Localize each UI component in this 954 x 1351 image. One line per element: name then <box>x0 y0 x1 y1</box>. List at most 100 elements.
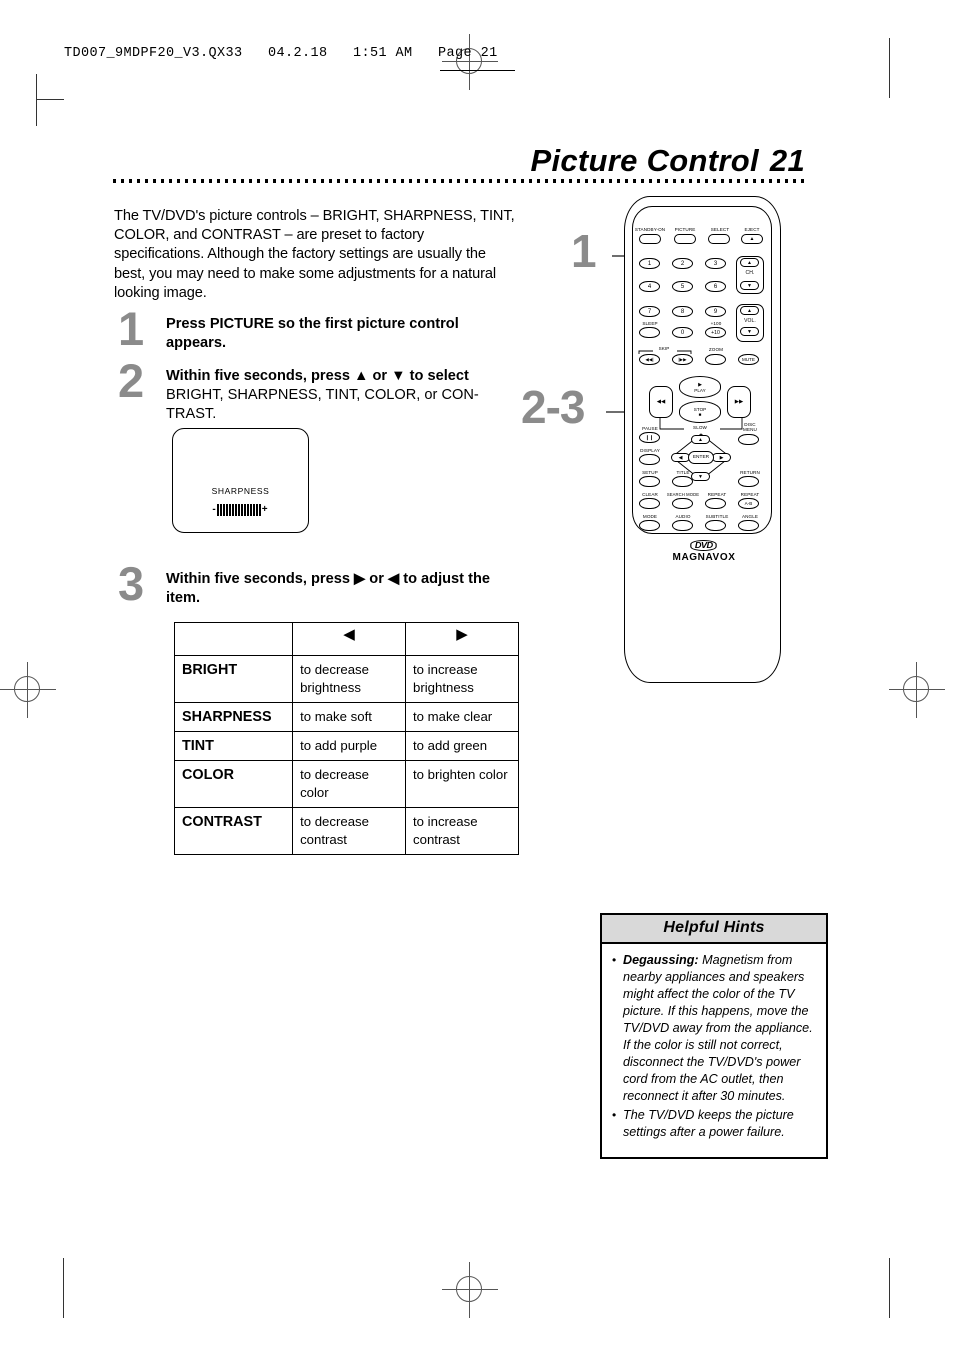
table-cell-right-action: to make clear <box>405 702 519 732</box>
button-channel-up[interactable]: ▲ <box>740 258 759 267</box>
osd-segment <box>258 503 261 516</box>
hint-item: • The TV/DVD keeps the picture settings a… <box>612 1107 816 1141</box>
registration-mark-left <box>0 662 56 718</box>
button-select[interactable] <box>708 234 730 244</box>
crop-mark-top-left <box>36 74 37 126</box>
button-skip-forward[interactable]: |▶▶ <box>672 354 693 365</box>
label-plus-100: +100 <box>710 321 722 326</box>
table-header-row: ◀ ▶ <box>173 622 519 656</box>
button-key-5[interactable]: 5 <box>672 281 693 292</box>
registration-mark-right <box>889 662 945 718</box>
button-key-1[interactable]: 1 <box>639 258 660 269</box>
label-ch: CH. <box>745 270 755 276</box>
table-cell-left-action: to decrease brightness <box>292 655 407 703</box>
button-return[interactable] <box>738 476 759 487</box>
button-zoom[interactable] <box>705 354 726 365</box>
slug-rule <box>440 70 515 71</box>
hint-text: The TV/DVD keeps the picture settings af… <box>623 1108 794 1139</box>
hint-bullet: • <box>612 953 617 967</box>
button-repeat-ab[interactable]: A-B <box>738 498 759 509</box>
button-plus-10[interactable]: +10 <box>705 327 726 338</box>
step-3-bold: Within five seconds, press ▶ or ◀ to adj… <box>166 571 490 606</box>
osd-segment <box>240 503 243 516</box>
crop-mark-bottom-left <box>63 1258 64 1318</box>
label-vol: VOL. <box>744 318 756 324</box>
step-3: 3 Within five seconds, press ▶ or ◀ to a… <box>118 560 518 608</box>
button-volume-down[interactable]: ▼ <box>740 327 759 336</box>
button-fast-forward[interactable]: ▶▶ <box>727 386 751 418</box>
table-cell-control-name: CONTRAST <box>173 807 294 855</box>
button-audio[interactable] <box>672 520 693 531</box>
table-cell-control-name: TINT <box>173 731 294 761</box>
button-mute[interactable]: MUTE <box>738 354 759 365</box>
button-key-4[interactable]: 4 <box>639 281 660 292</box>
table-row: TINT to add purple to add green <box>173 731 519 761</box>
button-dpad-up[interactable]: ▲ <box>691 435 710 444</box>
label-return: RETURN <box>740 470 760 475</box>
button-enter[interactable]: ENTER <box>688 451 714 464</box>
page-number: 21 <box>769 143 805 178</box>
button-setup[interactable] <box>639 476 660 487</box>
button-mode[interactable] <box>639 520 660 531</box>
button-search-mode[interactable] <box>672 498 693 509</box>
button-key-7[interactable]: 7 <box>639 306 660 317</box>
helpful-hints-box: Helpful Hints • Degaussing: Magnetism fro… <box>600 913 828 1159</box>
osd-plus-sign: + <box>261 504 268 515</box>
title-dotted-rule <box>113 179 805 183</box>
button-channel-down[interactable]: ▼ <box>740 281 759 290</box>
intro-paragraph: The TV/DVD's picture controls – BRIGHT, … <box>114 207 515 302</box>
button-key-2[interactable]: 2 <box>672 258 693 269</box>
table-cell-left-action: to decrease contrast <box>292 807 407 855</box>
button-clear[interactable] <box>639 498 660 509</box>
button-play[interactable]: ▶ PLAY <box>679 376 721 398</box>
button-subtitle[interactable] <box>705 520 726 531</box>
file-slug-text: TD007_9MDPF20_V3.QX33 04.2.18 1:51 AM Pa… <box>64 46 498 61</box>
helpful-hints-body: • Degaussing: Magnetism from nearby appli… <box>602 944 826 1157</box>
button-key-6[interactable]: 6 <box>705 281 726 292</box>
button-key-9[interactable]: 9 <box>705 306 726 317</box>
osd-segment <box>243 503 246 516</box>
label-subtitle: SUBTITLE <box>705 514 729 519</box>
button-key-3[interactable]: 3 <box>705 258 726 269</box>
dvd-logo: DVD <box>624 540 784 551</box>
button-sleep[interactable] <box>639 327 660 338</box>
button-title[interactable] <box>672 476 693 487</box>
table-header-blank <box>173 622 294 656</box>
dvd-logo-text: DVD <box>690 540 718 551</box>
osd-segment-group <box>216 503 262 516</box>
table-cell-left-action: to decrease color <box>292 760 407 808</box>
crop-mark-bottom-right <box>889 1258 890 1318</box>
button-angle[interactable] <box>738 520 759 531</box>
step-2-bold: Within five seconds, press ▲ or ▼ to sel… <box>166 368 469 384</box>
button-picture[interactable] <box>674 234 696 244</box>
step-1: 1 Press PICTURE so the first picture con… <box>118 305 518 353</box>
button-skip-back[interactable]: ◀◀| <box>639 354 660 365</box>
label-search-mode: SEARCH MODE <box>666 492 700 497</box>
page-title-text: Picture Control <box>530 143 759 178</box>
callout-step-1: 1 <box>571 225 597 277</box>
button-dpad-right[interactable]: ▶ <box>712 453 731 462</box>
button-key-0[interactable]: 0 <box>672 327 693 338</box>
button-eject[interactable]: ▲ <box>741 234 763 244</box>
button-display[interactable] <box>639 454 660 465</box>
step-1-bold: Press PICTURE so the first picture contr… <box>166 316 459 351</box>
button-rewind[interactable]: ◀◀ <box>649 386 673 418</box>
button-disc-menu[interactable] <box>738 434 759 445</box>
osd-segment <box>252 503 255 516</box>
label-picture: PICTURE <box>674 227 696 232</box>
button-pause[interactable]: ❙❙ <box>639 432 660 443</box>
button-key-8[interactable]: 8 <box>672 306 693 317</box>
button-standby-on[interactable] <box>639 234 661 244</box>
label-slow: SLOW <box>693 425 707 430</box>
table-cell-control-name: BRIGHT <box>173 655 294 703</box>
label-audio: AUDIO <box>675 514 691 519</box>
label-display: DISPLAY <box>640 448 660 453</box>
hint-lead: Degaussing: <box>623 953 699 967</box>
hint-text: Degaussing: Magnetism from nearby applia… <box>623 953 813 1103</box>
label-zoom: ZOOM <box>708 347 724 352</box>
osd-segment <box>231 503 234 516</box>
button-volume-up[interactable]: ▲ <box>740 306 759 315</box>
osd-segment <box>255 503 258 516</box>
label-select: SELECT <box>710 227 730 232</box>
button-repeat[interactable] <box>705 498 726 509</box>
